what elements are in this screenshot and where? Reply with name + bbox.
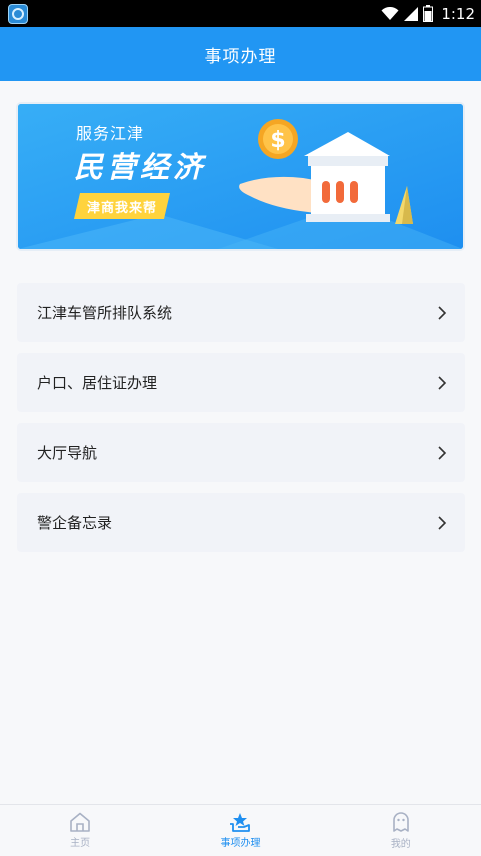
tab-label: 事项办理 (220, 838, 261, 849)
tab-services[interactable]: 事项办理 (160, 805, 320, 856)
banner-title: 民营经济 (74, 150, 207, 184)
wifi-icon (381, 6, 399, 20)
chevron-right-icon (438, 375, 447, 390)
page-title: 事项办理 (204, 46, 277, 67)
star-hand-icon (230, 813, 251, 832)
home-icon (70, 812, 90, 832)
banner-subtitle: 服务江津 (76, 124, 145, 143)
battery-icon (423, 5, 434, 22)
app-header: 事项办理 (0, 27, 481, 81)
promo-banner[interactable]: $ 服务江津 民营经济 津商我来帮 (18, 104, 463, 249)
list-item-police-memo[interactable]: 警企备忘录 (17, 493, 465, 552)
list-item-queue-system[interactable]: 江津车管所排队系统 (17, 283, 465, 342)
list-item-residence-permit[interactable]: 户口、居住证办理 (17, 353, 465, 412)
status-time: 1:12 (441, 4, 475, 23)
coin-symbol: $ (270, 128, 285, 153)
list-item-label: 大厅导航 (37, 444, 98, 462)
app-icon (8, 3, 28, 24)
chevron-right-icon (438, 445, 447, 460)
service-list: 江津车管所排队系统 户口、居住证办理 大厅导航 警企备忘录 (17, 283, 465, 563)
chevron-right-icon (438, 515, 447, 530)
chevron-right-icon (438, 305, 447, 320)
tab-home[interactable]: 主页 (0, 805, 160, 856)
status-bar: 1:12 (0, 0, 481, 27)
status-icons: 1:12 (381, 5, 475, 23)
list-item-hall-navigation[interactable]: 大厅导航 (17, 423, 465, 482)
list-item-label: 警企备忘录 (37, 514, 113, 532)
tab-label: 我的 (390, 839, 411, 850)
profile-icon (393, 812, 409, 832)
list-item-label: 户口、居住证办理 (37, 374, 158, 392)
list-item-label: 江津车管所排队系统 (37, 304, 173, 322)
bottom-tab-bar: 主页 事项办理 我的 (0, 804, 481, 856)
signal-icon (404, 6, 419, 21)
tab-profile[interactable]: 我的 (321, 805, 481, 856)
banner-tag: 津商我来帮 (74, 193, 170, 219)
tab-label: 主页 (70, 838, 91, 849)
